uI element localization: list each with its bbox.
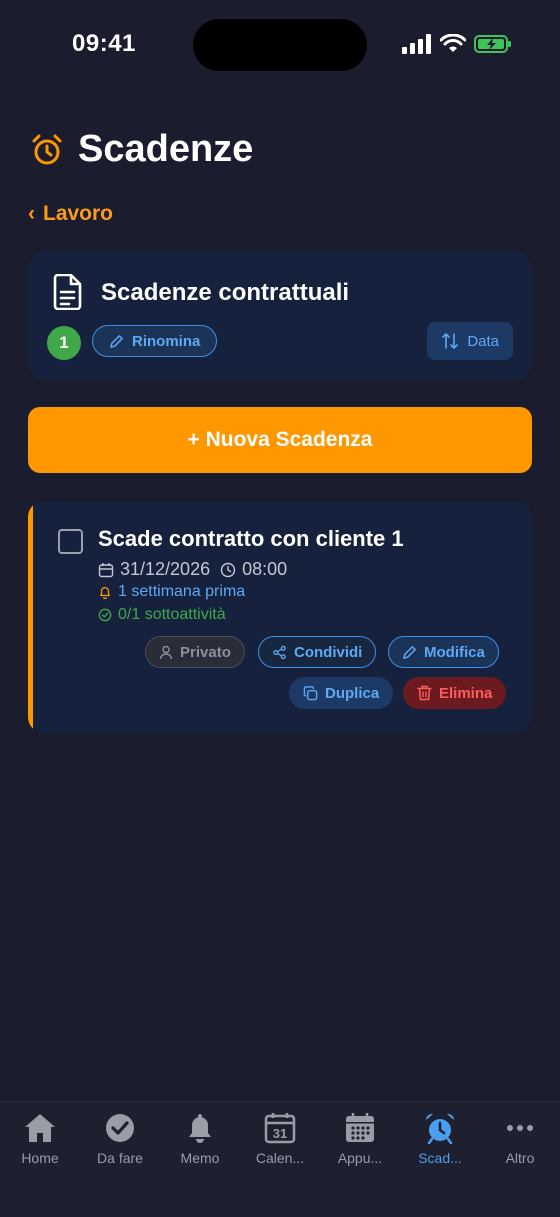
more-icon xyxy=(507,1125,533,1131)
task-subtasks: 0/1 sottoattività xyxy=(118,606,226,623)
person-icon xyxy=(159,645,173,659)
list-title: Scadenze contrattuali xyxy=(101,279,350,306)
task-card: Scade contratto con cliente 1 31/12/2026… xyxy=(28,501,532,733)
task-date: 31/12/2026 xyxy=(120,559,211,579)
signal-icon xyxy=(402,34,431,54)
tab-home-label: Home xyxy=(21,1150,59,1166)
pencil-icon xyxy=(110,334,123,348)
edit-button[interactable]: Modifica xyxy=(388,636,499,668)
trash-icon xyxy=(417,685,432,701)
rename-button[interactable]: Rinomina xyxy=(92,325,218,357)
wifi-icon xyxy=(440,34,466,52)
bell-icon xyxy=(99,586,111,599)
dynamic-island xyxy=(193,19,367,71)
tab-appointments[interactable]: Appu... xyxy=(320,1112,400,1166)
check-circle-icon xyxy=(98,608,112,622)
pencil-icon xyxy=(403,645,416,659)
sort-label: Data xyxy=(467,332,499,350)
task-reminder: 1 settimana prima xyxy=(118,583,246,600)
tab-todo[interactable]: Da fare xyxy=(80,1112,160,1166)
share-icon xyxy=(273,645,286,659)
new-deadline-button[interactable]: + Nuova Scadenza xyxy=(28,407,532,473)
task-time: 08:00 xyxy=(242,559,288,579)
document-icon xyxy=(53,274,82,310)
duplicate-button[interactable]: Duplica xyxy=(289,677,394,709)
tab-appointments-label: Appu... xyxy=(337,1150,383,1166)
count-badge: 1 xyxy=(47,326,81,360)
tab-home[interactable]: Home xyxy=(0,1112,80,1166)
alarm-clock-icon xyxy=(425,1113,455,1144)
calendar-grid-icon xyxy=(346,1113,374,1142)
chevron-left-icon: ‹ xyxy=(28,202,35,225)
private-label: Privato xyxy=(180,643,231,661)
page-title: Scadenze xyxy=(78,128,254,170)
clock-icon xyxy=(220,562,236,577)
calendar-icon: 31 xyxy=(264,1113,296,1144)
calendar-icon xyxy=(98,562,114,577)
status-icons xyxy=(402,34,512,54)
task-date-row: 31/12/2026 08:00 xyxy=(98,559,287,580)
list-card: Scadenze contrattuali 1 Rinomina Data xyxy=(28,252,532,380)
task-title: Scade contratto con cliente 1 xyxy=(98,526,404,551)
tab-calendar[interactable]: 31 Calen... xyxy=(240,1112,320,1166)
delete-button[interactable]: Elimina xyxy=(403,677,507,709)
home-icon xyxy=(25,1114,55,1142)
tab-deadlines-label: Scad... xyxy=(418,1150,462,1166)
back-link-label: Lavoro xyxy=(43,202,114,225)
page-header: Scadenze xyxy=(30,128,253,171)
share-label: Condividi xyxy=(294,643,363,661)
task-checkbox[interactable] xyxy=(58,529,83,554)
copy-icon xyxy=(303,685,318,700)
bell-icon xyxy=(189,1114,211,1143)
delete-label: Elimina xyxy=(439,684,493,702)
tab-deadlines[interactable]: Scad... xyxy=(400,1112,480,1166)
tab-memo-label: Memo xyxy=(180,1150,220,1166)
tab-todo-label: Da fare xyxy=(97,1150,143,1166)
tab-more[interactable]: Altro xyxy=(480,1112,560,1166)
tab-bar: Home Da fare Memo 31 Calen... Appu... Sc… xyxy=(0,1101,560,1217)
share-button[interactable]: Condividi xyxy=(258,636,377,668)
alarm-clock-icon xyxy=(32,134,62,164)
svg-text:31: 31 xyxy=(273,1126,287,1141)
tab-memo[interactable]: Memo xyxy=(160,1112,240,1166)
battery-charging-icon xyxy=(474,35,511,53)
private-button[interactable]: Privato xyxy=(145,636,245,668)
task-reminder-row: 1 settimana prima xyxy=(98,583,245,601)
edit-label: Modifica xyxy=(424,643,485,661)
duplicate-label: Duplica xyxy=(325,684,380,702)
sort-arrows-icon xyxy=(442,333,459,349)
sort-button[interactable]: Data xyxy=(427,322,513,360)
rename-label: Rinomina xyxy=(132,332,201,350)
task-accent-bar xyxy=(28,501,33,733)
task-subtasks-row: 0/1 sottoattività xyxy=(98,606,226,624)
status-time: 09:41 xyxy=(72,30,136,57)
status-bar: 09:41 xyxy=(0,0,560,90)
tab-calendar-label: Calen... xyxy=(255,1150,305,1166)
back-link[interactable]: ‹ Lavoro xyxy=(28,202,113,226)
tab-more-label: Altro xyxy=(505,1150,535,1166)
check-circle-icon xyxy=(106,1114,134,1142)
